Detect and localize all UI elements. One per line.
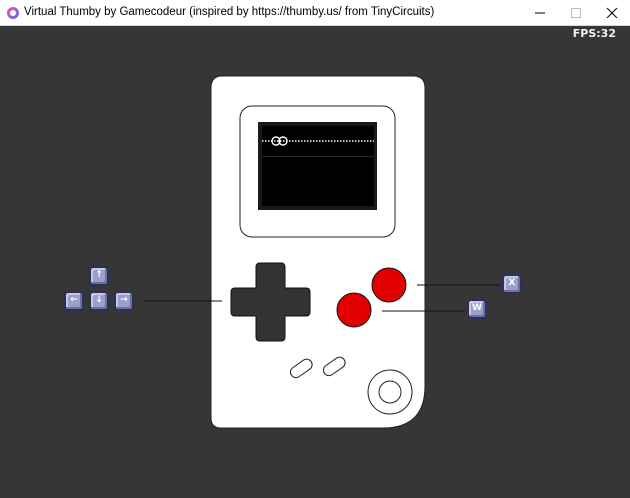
- key-left-label: ←: [70, 295, 78, 305]
- app-heart-icon: [7, 7, 19, 19]
- b-button: [336, 292, 372, 328]
- key-w: W: [467, 299, 487, 319]
- thumby-device: [143, 75, 500, 429]
- title-bar[interactable]: Virtual Thumby by Gamecodeur (inspired b…: [0, 0, 630, 26]
- key-down-label: ↓: [95, 295, 103, 305]
- minimize-button[interactable]: [522, 0, 558, 25]
- close-icon: [606, 7, 618, 19]
- game-canvas[interactable]: FPS:32 ↑ ← ↓ → X W: [0, 26, 630, 498]
- key-w-label: W: [472, 303, 482, 313]
- key-left: ←: [64, 291, 84, 311]
- key-right: →: [114, 291, 134, 311]
- minimize-icon: [535, 12, 545, 14]
- maximize-icon: [571, 8, 581, 18]
- maximize-button[interactable]: [558, 0, 594, 25]
- speaker-inner: [378, 380, 402, 404]
- a-button: [371, 267, 407, 303]
- app-window: Virtual Thumby by Gamecodeur (inspired b…: [0, 0, 630, 498]
- key-up-label: ↑: [95, 270, 103, 280]
- close-button[interactable]: [594, 0, 630, 25]
- key-x: X: [502, 274, 522, 294]
- key-down: ↓: [89, 291, 109, 311]
- window-title: Virtual Thumby by Gamecodeur (inspired b…: [24, 6, 435, 18]
- key-up: ↑: [89, 266, 109, 286]
- key-right-label: →: [120, 295, 128, 305]
- key-x-label: X: [508, 278, 516, 288]
